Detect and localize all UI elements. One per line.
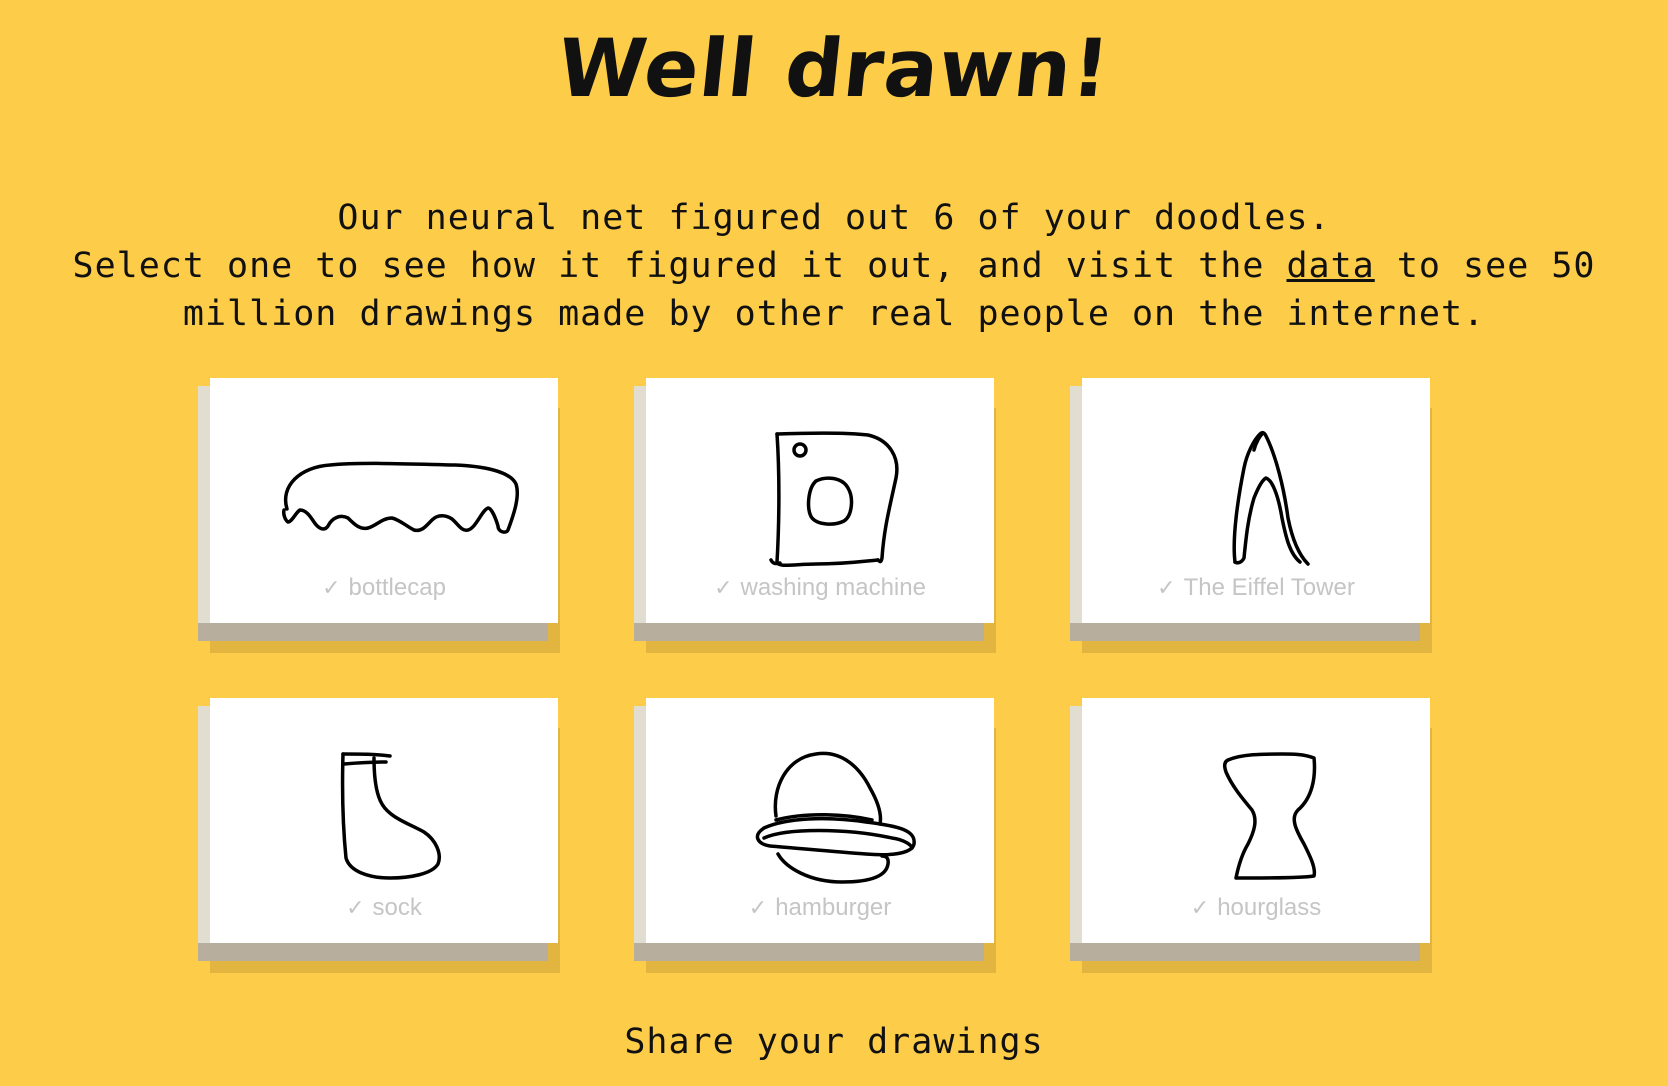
doodle-card-hamburger[interactable]: ✓ hamburger xyxy=(634,698,996,973)
card-label-text: hamburger xyxy=(775,894,892,921)
card-label-text: washing machine xyxy=(740,574,926,601)
card-label-text: sock xyxy=(372,894,422,921)
card-label-text: hourglass xyxy=(1217,894,1322,921)
card-bottom-edge xyxy=(1070,943,1420,961)
share-drawings-button[interactable]: Share your drawings xyxy=(0,1022,1668,1062)
card-face: ✓ hourglass xyxy=(1082,698,1430,943)
message-line-2: Select one to see how it figured it out,… xyxy=(0,242,1668,290)
doodle-card-sock[interactable]: ✓ sock xyxy=(198,698,560,973)
message-line-1: Our neural net figured out 6 of your doo… xyxy=(337,198,1331,238)
check-icon: ✓ xyxy=(748,895,768,920)
message-line-2-end: to see 50 xyxy=(1374,246,1596,286)
card-face: ✓ washing machine xyxy=(646,378,994,623)
card-label: ✓ washing machine xyxy=(646,574,994,602)
card-face: ✓ sock xyxy=(210,698,558,943)
card-side xyxy=(1070,706,1082,954)
card-side xyxy=(634,706,646,954)
page-title: Well drawn! xyxy=(553,22,1115,115)
card-face: ✓ bottlecap xyxy=(210,378,558,623)
check-icon: ✓ xyxy=(346,895,365,920)
check-icon: ✓ xyxy=(714,575,733,600)
card-label: ✓ hamburger xyxy=(646,894,994,922)
card-label-text: bottlecap xyxy=(348,574,446,601)
card-side xyxy=(198,386,210,634)
card-label: ✓ bottlecap xyxy=(210,574,558,602)
card-bottom-edge xyxy=(634,943,984,961)
doodle-card-eiffel-tower[interactable]: ✓ The Eiffel Tower xyxy=(1070,378,1432,653)
card-label: ✓ hourglass xyxy=(1082,894,1430,922)
card-label: ✓ The Eiffel Tower xyxy=(1082,574,1430,602)
card-bottom-edge xyxy=(198,943,548,961)
message-line-3: million drawings made by other real peop… xyxy=(182,294,1486,334)
doodle-card-hourglass[interactable]: ✓ hourglass xyxy=(1070,698,1432,973)
card-label-text: The Eiffel Tower xyxy=(1183,574,1355,601)
doodle-card-bottlecap[interactable]: ✓ bottlecap xyxy=(198,378,560,653)
card-side xyxy=(634,386,646,634)
check-icon: ✓ xyxy=(1190,895,1210,920)
card-label: ✓ sock xyxy=(210,894,558,922)
check-icon: ✓ xyxy=(322,575,341,600)
card-face: ✓ hamburger xyxy=(646,698,994,943)
card-side xyxy=(1070,386,1082,634)
card-bottom-edge xyxy=(1070,623,1420,641)
card-bottom-edge xyxy=(634,623,984,641)
result-message: Our neural net figured out 6 of your doo… xyxy=(0,194,1668,338)
card-bottom-edge xyxy=(198,623,548,641)
doodle-card-washing-machine[interactable]: ✓ washing machine xyxy=(634,378,996,653)
check-icon: ✓ xyxy=(1157,575,1176,600)
card-face: ✓ The Eiffel Tower xyxy=(1082,378,1430,623)
message-line-2-start: Select one to see how it figured it out,… xyxy=(72,246,1287,286)
data-link[interactable]: data xyxy=(1286,246,1374,286)
card-side xyxy=(198,706,210,954)
